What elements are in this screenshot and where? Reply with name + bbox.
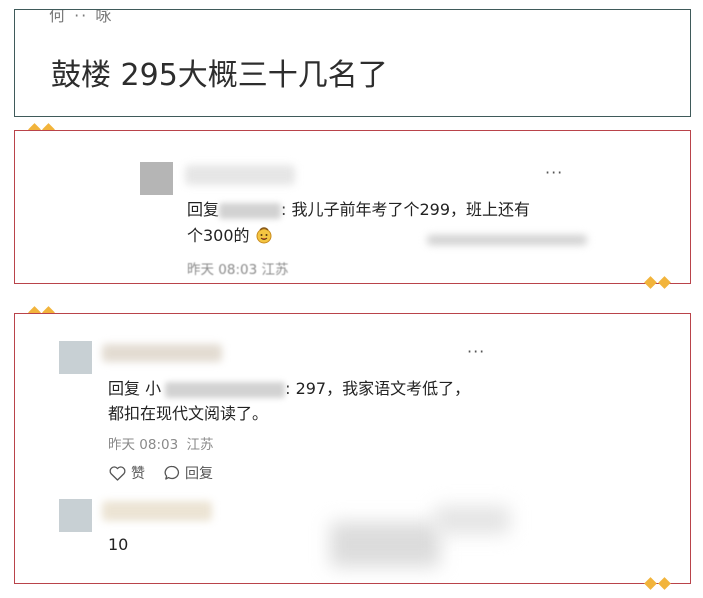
blurred-watermark (427, 235, 587, 245)
avatar[interactable] (140, 162, 173, 195)
reply-content-2: 都扣在现代文阅读了。 (108, 404, 269, 423)
comment-meta: 昨天 08:03 江苏 (108, 433, 214, 453)
comment-headline: 鼓楼 295大概三十几名了 (51, 58, 388, 93)
blurred-username[interactable] (102, 344, 222, 362)
reply-label: 回复 (185, 466, 213, 482)
avatar[interactable] (59, 499, 92, 532)
reply-text-line-2: 个300的 (187, 222, 273, 246)
avatar[interactable] (59, 341, 92, 374)
diamond-icon (658, 577, 671, 590)
reply-card-1: ··· 回复 : 我儿子前年考了个299，班上还有 个300的 昨天 08:03 … (14, 130, 691, 284)
comment-location: 江苏 (186, 437, 214, 453)
heart-icon (109, 465, 126, 481)
reply-content: : 297，我家语文考低了， (285, 379, 471, 398)
reply-text-line-1: 回复 : 我儿子前年考了个299，班上还有 (187, 196, 530, 220)
blurred-username[interactable] (102, 501, 212, 521)
reply-button[interactable]: 回复 (164, 463, 213, 483)
reply-content-2: 个300的 (187, 226, 250, 245)
comment-bubble-icon (164, 465, 180, 480)
diamond-icon (644, 577, 657, 590)
reply-content: : 我儿子前年考了个299，班上还有 (281, 200, 531, 219)
blurred-watermark (435, 506, 510, 534)
more-options-icon[interactable]: ··· (467, 342, 485, 361)
reply-text-line-2: 都扣在现代文阅读了。 (108, 400, 268, 424)
reply-card-2: ··· 回复 小 : 297，我家语文考低了， 都扣在现代文阅读了。 昨天 08:… (14, 313, 691, 584)
reply-text: 10 (108, 535, 129, 554)
more-options-icon[interactable]: ··· (545, 163, 563, 182)
like-button[interactable]: 赞 (109, 463, 145, 483)
blurred-mention (165, 381, 286, 398)
decor-diamonds-bottom-right (644, 276, 671, 289)
top-comment-card: 何 ·· 咏 鼓楼 295大概三十几名了 (14, 9, 691, 117)
like-label: 赞 (131, 466, 145, 482)
reply-prefix: 回复 小 (108, 379, 162, 398)
diamond-icon (658, 276, 671, 289)
cut-off-meta: 昨天 08:03 江苏 (187, 262, 289, 278)
blurred-watermark (330, 522, 440, 567)
reply-text-line-1: 回复 小 : 297，我家语文考低了， (108, 375, 470, 399)
diamond-icon (644, 276, 657, 289)
blurred-mention (219, 202, 282, 219)
comment-time: 昨天 08:03 (108, 437, 179, 453)
reply-prefix: 回复 (187, 200, 220, 219)
blurred-username[interactable] (185, 165, 295, 185)
smiling-face-icon (256, 227, 272, 244)
cut-off-text: 何 ·· 咏 (49, 9, 114, 25)
decor-diamonds-bottom-right-2 (644, 577, 671, 590)
